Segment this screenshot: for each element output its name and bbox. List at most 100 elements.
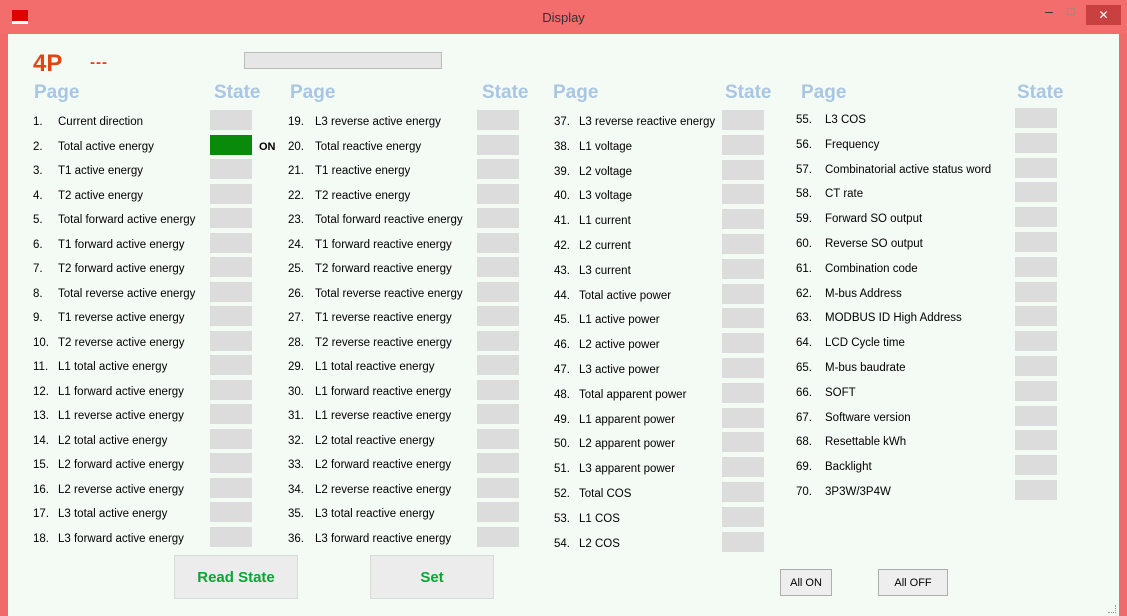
state-toggle[interactable]: [477, 429, 519, 449]
state-toggle[interactable]: [210, 331, 252, 351]
state-toggle[interactable]: [210, 502, 252, 522]
state-toggle[interactable]: [722, 135, 764, 155]
state-toggle[interactable]: [477, 453, 519, 473]
page-number: 1.: [33, 116, 43, 128]
state-toggle[interactable]: [210, 355, 252, 375]
page-label: Total forward active energy: [58, 214, 196, 226]
state-toggle[interactable]: [1015, 282, 1057, 302]
state-toggle[interactable]: [210, 380, 252, 400]
all-on-button[interactable]: All ON: [780, 569, 832, 596]
page-label: L3 voltage: [579, 190, 633, 202]
page-label: CT rate: [825, 188, 864, 200]
page-number: 24.: [288, 239, 304, 251]
page-label: L3 total active energy: [58, 508, 168, 520]
page-number: 21.: [288, 165, 304, 177]
state-toggle[interactable]: [477, 478, 519, 498]
state-toggle[interactable]: [722, 383, 764, 403]
state-toggle[interactable]: [1015, 381, 1057, 401]
page-label: L1 total reactive energy: [315, 361, 435, 373]
state-toggle[interactable]: [210, 135, 252, 155]
state-toggle[interactable]: [1015, 331, 1057, 351]
state-toggle[interactable]: [210, 306, 252, 326]
state-toggle[interactable]: [210, 233, 252, 253]
state-toggle[interactable]: [1015, 133, 1057, 153]
read-state-button[interactable]: Read State: [174, 555, 298, 599]
state-toggle[interactable]: [210, 184, 252, 204]
state-toggle[interactable]: [1015, 108, 1057, 128]
page-number: 64.: [796, 337, 812, 349]
page-label: Backlight: [825, 461, 872, 473]
state-toggle[interactable]: [722, 333, 764, 353]
state-toggle[interactable]: [722, 457, 764, 477]
resize-grip[interactable]: [1108, 605, 1116, 613]
page-label: T2 active energy: [58, 190, 144, 202]
page-number: 63.: [796, 312, 812, 324]
state-toggle[interactable]: [722, 110, 764, 130]
minimize-button[interactable]: –: [1038, 0, 1060, 22]
page-label: Forward SO output: [825, 213, 923, 225]
state-toggle[interactable]: [210, 282, 252, 302]
state-toggle[interactable]: [1015, 406, 1057, 426]
state-toggle[interactable]: [477, 355, 519, 375]
state-toggle[interactable]: [477, 282, 519, 302]
state-toggle[interactable]: [477, 110, 519, 130]
state-toggle[interactable]: [210, 159, 252, 179]
page-number: 60.: [796, 238, 812, 250]
state-toggle[interactable]: [1015, 455, 1057, 475]
state-toggle[interactable]: [477, 306, 519, 326]
set-button[interactable]: Set: [370, 555, 494, 599]
state-toggle[interactable]: [477, 502, 519, 522]
state-toggle[interactable]: [1015, 356, 1057, 376]
state-toggle[interactable]: [210, 110, 252, 130]
state-toggle[interactable]: [477, 184, 519, 204]
state-toggle[interactable]: [210, 429, 252, 449]
state-toggle[interactable]: [1015, 306, 1057, 326]
state-toggle[interactable]: [722, 308, 764, 328]
state-toggle[interactable]: [722, 408, 764, 428]
state-toggle[interactable]: [477, 404, 519, 424]
state-toggle[interactable]: [722, 432, 764, 452]
state-toggle[interactable]: [477, 233, 519, 253]
state-toggle[interactable]: [1015, 182, 1057, 202]
state-toggle[interactable]: [477, 331, 519, 351]
page-label: Current direction: [58, 116, 144, 128]
state-toggle[interactable]: [210, 453, 252, 473]
state-toggle[interactable]: [722, 160, 764, 180]
state-toggle[interactable]: [210, 257, 252, 277]
state-toggle[interactable]: [722, 234, 764, 254]
page-label: L1 forward reactive energy: [315, 386, 452, 398]
page-label: T2 reverse reactive energy: [315, 337, 452, 349]
state-toggle[interactable]: [477, 135, 519, 155]
state-toggle[interactable]: [477, 257, 519, 277]
state-toggle[interactable]: [477, 527, 519, 547]
state-toggle[interactable]: [477, 208, 519, 228]
all-off-button[interactable]: All OFF: [878, 569, 948, 596]
state-toggle[interactable]: [722, 259, 764, 279]
state-toggle[interactable]: [210, 478, 252, 498]
state-toggle[interactable]: [477, 380, 519, 400]
state-toggle[interactable]: [1015, 480, 1057, 500]
column-1-state-header: State: [214, 82, 261, 103]
maximize-button[interactable]: □: [1060, 0, 1082, 22]
state-toggle[interactable]: [722, 358, 764, 378]
state-toggle[interactable]: [722, 507, 764, 527]
state-toggle[interactable]: [722, 209, 764, 229]
state-toggle[interactable]: [1015, 257, 1057, 277]
page-label: L2 apparent power: [579, 438, 675, 450]
state-toggle[interactable]: [477, 159, 519, 179]
state-toggle[interactable]: [722, 532, 764, 552]
page-number: 8.: [33, 288, 43, 300]
state-toggle[interactable]: [1015, 158, 1057, 178]
page-number: 59.: [796, 213, 812, 225]
state-toggle[interactable]: [210, 208, 252, 228]
state-toggle[interactable]: [1015, 207, 1057, 227]
state-toggle[interactable]: [210, 527, 252, 547]
close-button[interactable]: ✕: [1086, 5, 1121, 25]
state-toggle[interactable]: [722, 184, 764, 204]
page-label: L3 reverse reactive energy: [579, 116, 716, 128]
state-toggle[interactable]: [722, 482, 764, 502]
state-toggle[interactable]: [722, 284, 764, 304]
state-toggle[interactable]: [1015, 430, 1057, 450]
state-toggle[interactable]: [210, 404, 252, 424]
state-toggle[interactable]: [1015, 232, 1057, 252]
